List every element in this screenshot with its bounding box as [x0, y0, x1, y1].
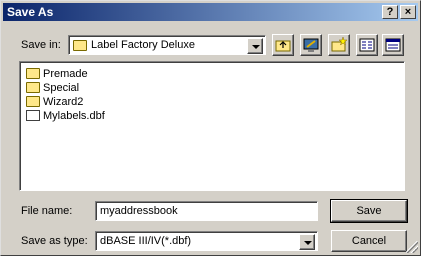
folder-icon: [26, 68, 40, 79]
save-as-type-value: dBASE III/IV(*.dbf): [100, 235, 192, 247]
file-list[interactable]: Premade Special Wizard2 Mylabels.dbf: [19, 61, 405, 191]
up-one-level-button[interactable]: [272, 34, 294, 56]
file-name-input[interactable]: myaddressbook: [95, 201, 318, 221]
list-item-label: Premade: [43, 68, 88, 80]
folder-icon: [26, 82, 40, 93]
save-in-value: Label Factory Deluxe: [91, 39, 195, 51]
chevron-down-icon[interactable]: [299, 234, 315, 250]
file-name-value: myaddressbook: [100, 205, 178, 217]
cancel-button[interactable]: Cancel: [331, 230, 407, 252]
up-one-level-icon: [275, 40, 291, 52]
save-as-dialog: Save As ? × Save in: Label Factory Delux…: [0, 0, 421, 256]
list-item-label: Wizard2: [43, 96, 84, 108]
chevron-down-icon[interactable]: [247, 38, 263, 54]
save-in-dropdown[interactable]: Label Factory Deluxe: [68, 35, 266, 55]
list-item-label: Mylabels.dbf: [43, 110, 105, 122]
details-view-icon: [385, 38, 401, 52]
help-button[interactable]: ?: [382, 5, 398, 19]
new-folder-icon: [331, 36, 348, 52]
database-file-icon: [26, 110, 40, 121]
desktop-icon: [303, 38, 319, 52]
file-name-label: File name:: [21, 205, 73, 217]
desktop-button[interactable]: [300, 34, 322, 56]
close-button[interactable]: ×: [400, 5, 416, 19]
folder-icon: [26, 96, 40, 107]
list-view-icon: [359, 38, 375, 52]
save-as-type-dropdown[interactable]: dBASE III/IV(*.dbf): [95, 231, 318, 251]
dialog-title: Save As: [7, 5, 54, 19]
new-folder-button[interactable]: [328, 34, 350, 56]
folder-icon: [73, 40, 87, 51]
details-view-button[interactable]: [382, 34, 404, 56]
save-button[interactable]: Save: [330, 199, 408, 223]
save-in-label: Save in:: [21, 39, 61, 51]
list-view-button[interactable]: [356, 34, 378, 56]
save-as-type-label: Save as type:: [21, 235, 88, 247]
list-item-label: Special: [43, 82, 80, 94]
resize-grip[interactable]: [406, 241, 418, 253]
title-bar[interactable]: Save As ? ×: [3, 3, 418, 21]
